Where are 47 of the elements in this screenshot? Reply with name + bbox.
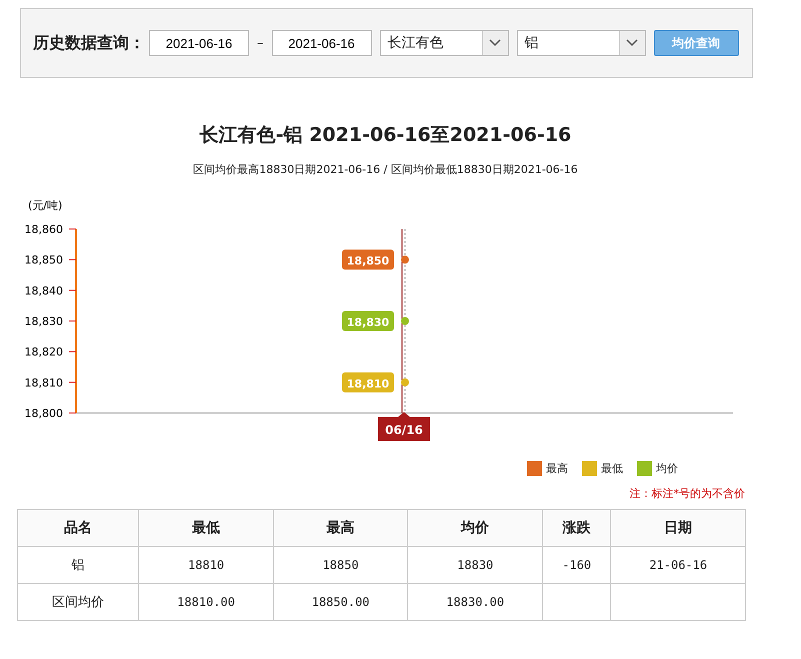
table-cell: 18830: [408, 546, 542, 584]
value-label: 18,830: [342, 311, 394, 331]
chevron-down-icon: [626, 39, 638, 47]
table-cell: 18850.00: [273, 584, 408, 620]
end-date-field[interactable]: 2021-06-16: [272, 30, 372, 56]
note-text: 注：标注*号的为不含价: [630, 487, 745, 500]
chart-subtitle: 区间均价最高18830日期2021-06-16 / 区间均价最低18830日期2021-06-16: [192, 162, 579, 177]
x-tick-label: 06/16: [385, 423, 423, 437]
data-point: [401, 256, 409, 264]
table-cell: 18850: [273, 546, 408, 584]
y-tick-label: 18,810: [24, 376, 63, 390]
table-cell: 铝: [18, 546, 139, 584]
table-cell: -160: [542, 546, 611, 584]
value-label: 18,850: [342, 250, 394, 270]
legend-label: 最低: [601, 461, 623, 476]
y-tick-label: 18,800: [24, 407, 63, 420]
y-tick-label: 18,840: [24, 284, 63, 298]
y-tick-label: 18,850: [24, 254, 63, 267]
metal-dropdown[interactable]: 铝: [516, 30, 646, 56]
data-point: [401, 317, 409, 325]
y-tick-label: 18,860: [24, 223, 63, 236]
start-date-field[interactable]: 2021-06-16: [149, 30, 249, 56]
value-label: 18,810: [342, 372, 394, 392]
column-header: 品名: [18, 510, 139, 546]
column-header: 日期: [610, 510, 746, 546]
column-header: 最高: [273, 510, 408, 546]
table-cell: 18830.00: [408, 584, 542, 620]
data-point: [401, 378, 409, 386]
y-tick-label: 18,820: [24, 346, 63, 359]
table-cell: 18810: [138, 546, 274, 584]
y-tick-label: 18,830: [24, 315, 63, 328]
market-dropdown[interactable]: 长江有色: [380, 30, 508, 56]
chart-title: 长江有色-铝 2021-06-16至2021-06-16: [198, 123, 572, 148]
legend-label: 最高: [546, 461, 568, 476]
y-axis-unit: (元/吨): [28, 199, 62, 212]
legend-label: 均价: [656, 461, 678, 476]
table-cell: [542, 584, 611, 620]
table-cell: 区间均价: [18, 584, 139, 620]
column-header: 均价: [408, 510, 542, 546]
column-header: 最低: [138, 510, 274, 546]
column-header: 涨跌: [542, 510, 611, 546]
table-cell: 21-06-16: [610, 546, 746, 584]
query-label: 历史数据查询：: [33, 32, 145, 54]
date-separator: –: [257, 36, 264, 50]
chevron-down-icon: [489, 39, 501, 47]
x-category-tag: 06/16: [378, 412, 430, 441]
table-cell: 18810.00: [138, 584, 274, 620]
